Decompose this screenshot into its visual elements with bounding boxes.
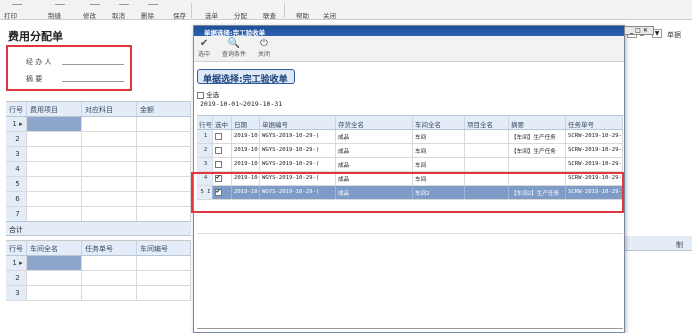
highlight-box	[6, 45, 132, 91]
select-all-checkbox[interactable]	[197, 91, 204, 99]
toolbar-print[interactable]: 打印	[4, 10, 17, 20]
date-range: 2019-10-01~2019-10-31	[200, 100, 283, 108]
agent-field[interactable]	[62, 64, 124, 65]
workshop-grid: 行号 车间全名 任务单号 车间编号 1 ▸ 2 3	[6, 240, 191, 301]
table-row[interactable]: 4	[6, 162, 191, 177]
table-row[interactable]: 1 ▸	[6, 117, 191, 132]
col-project: 项目全名	[465, 116, 509, 129]
print-icon	[12, 0, 22, 5]
toolbar-copy[interactable]: 制缝	[48, 10, 61, 20]
toolbar-save[interactable]: 保存	[173, 10, 186, 20]
highlight-box	[191, 172, 624, 213]
toolbar-select[interactable]: 选单	[205, 10, 218, 20]
total-row: 合计	[6, 221, 191, 236]
toolbar-close[interactable]: 关闭	[323, 10, 336, 20]
toolbar-separator	[191, 3, 192, 18]
table-row[interactable]: 3 2019-10- WGYS-2019-10-29-( 成品 车间 SCRW-…	[197, 158, 623, 172]
copy-icon	[55, 0, 65, 5]
table-row[interactable]: 5	[6, 177, 191, 192]
grid-empty-area	[197, 233, 623, 329]
col-amount: 金额	[137, 102, 191, 116]
table-row[interactable]: 2	[6, 271, 191, 286]
dialog-titlebar: 单据选择:完工验收单 _ □ ✕	[194, 26, 654, 37]
total-label: 合计	[9, 226, 23, 234]
col-memo: 摘要	[509, 116, 566, 129]
row-checkbox[interactable]	[215, 133, 222, 140]
table-row[interactable]: 3	[6, 286, 191, 301]
col-date: 日期	[232, 116, 260, 129]
table-row[interactable]: 2	[6, 132, 191, 147]
summary-field[interactable]	[62, 81, 124, 82]
page-title: 费用分配单	[8, 30, 63, 43]
edit-icon	[90, 0, 100, 5]
window-controls[interactable]: _ □ ✕	[624, 26, 654, 35]
select-button[interactable]: ✔ 选中	[198, 38, 210, 58]
col-cost-item: 费用项目	[27, 102, 82, 116]
dialog-toolbar: ✔ 选中 🔍 查询条件 ⏻ 关闭	[194, 36, 624, 62]
search-icon: 🔍	[227, 38, 241, 49]
col-task-no: 任务单号	[566, 116, 623, 129]
col-item: 存货全名	[336, 116, 413, 129]
close-button[interactable]: ⏻ 关闭	[258, 38, 270, 58]
table-row[interactable]: 6	[6, 192, 191, 207]
table-row[interactable]: 7	[6, 207, 191, 222]
agent-label: 经 办 人	[26, 58, 52, 66]
col-row-no: 行号	[6, 102, 27, 116]
right-doc-label: 单据	[667, 31, 681, 39]
power-icon: ⏻	[260, 38, 268, 49]
check-icon: ✔	[199, 38, 209, 49]
table-row[interactable]: 1 2019-10- WGYS-2019-10-29-( 成品 车间 【车间】生…	[197, 130, 623, 144]
toolbar: 打印 制缝 修改 取消 删除 保存 选单 分配 联查 帮助 关闭	[0, 0, 692, 20]
toolbar-cancel[interactable]: 取消	[112, 10, 125, 20]
col-workshop: 车间全名	[27, 241, 82, 255]
dialog-heading: 单据选择:完工验收单	[197, 69, 295, 85]
col-row-no: 行号	[6, 241, 27, 255]
toolbar-edit[interactable]: 修改	[83, 10, 96, 20]
cancel-icon	[119, 0, 129, 5]
query-button[interactable]: 🔍 查询条件	[222, 38, 246, 58]
right-grid-col: 制	[676, 241, 683, 249]
table-row[interactable]: 2 2019-10- WGYS-2019-10-29-( 成品 车间 【车间】生…	[197, 144, 623, 158]
delete-icon	[148, 0, 158, 5]
col-workshop-code: 车间编号	[137, 241, 191, 255]
toolbar-separator	[284, 3, 285, 18]
row-checkbox[interactable]	[215, 161, 222, 168]
select-all[interactable]: 全选	[197, 89, 219, 99]
row-checkbox[interactable]	[215, 147, 222, 154]
summary-label: 摘 要	[26, 75, 43, 83]
cost-grid: 行号 费用项目 对应科目 金额 1 ▸ 2 3 4 5 6 7	[6, 101, 191, 222]
toolbar-link[interactable]: 联查	[263, 10, 276, 20]
toolbar-help[interactable]: 帮助	[296, 10, 309, 20]
toolbar-delete[interactable]: 删除	[141, 10, 154, 20]
col-account: 对应科目	[82, 102, 137, 116]
col-doc-no: 单据编号	[260, 116, 336, 129]
col-task-no: 任务单号	[82, 241, 137, 255]
table-row[interactable]: 1 ▸	[6, 256, 191, 271]
col-row-no: 行号	[197, 116, 213, 129]
toolbar-assign[interactable]: 分配	[234, 10, 247, 20]
col-workshop: 车间全名	[413, 116, 465, 129]
table-row[interactable]: 3	[6, 147, 191, 162]
col-selected: 选中	[213, 116, 232, 129]
